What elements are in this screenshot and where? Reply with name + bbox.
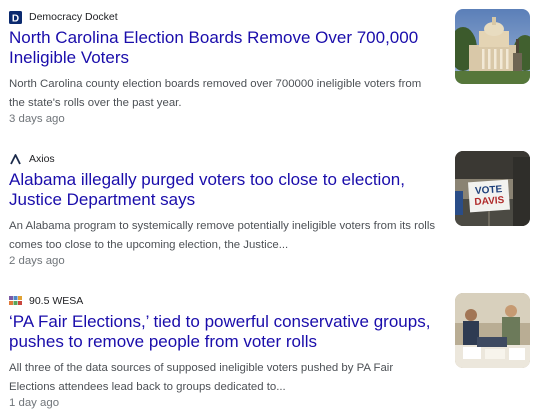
news-source: D Democracy Docket — [9, 9, 118, 25]
democracy-docket-logo-icon: D — [9, 10, 22, 24]
article-timestamp: 3 days ago — [9, 113, 65, 125]
article-snippet: North Carolina county election boards re… — [9, 78, 422, 109]
wesa-logo-icon — [9, 295, 22, 308]
axios-logo-icon — [9, 153, 22, 166]
source-name: Democracy Docket — [29, 11, 118, 23]
article-headline[interactable]: ‘PA Fair Elections,’ tied to powerful co… — [9, 312, 439, 352]
article-timestamp: 1 day ago — [9, 397, 60, 409]
article-headline[interactable]: Alabama illegally purged voters too clos… — [9, 170, 439, 210]
news-source: 90.5 WESA — [9, 293, 83, 309]
news-card[interactable]: 90.5 WESA ‘PA Fair Elections,’ tied to p… — [0, 284, 540, 417]
news-card[interactable]: Axios Alabama illegally purged voters to… — [0, 142, 540, 281]
poll-workers-image[interactable] — [455, 293, 530, 368]
capitol-building-image[interactable] — [455, 9, 530, 84]
svg-text:DAVIS: DAVIS — [474, 195, 505, 208]
vote-sign-image[interactable]: VOTE DAVIS — [455, 151, 530, 226]
article-headline[interactable]: North Carolina Election Boards Remove Ov… — [9, 28, 439, 68]
source-name: 90.5 WESA — [29, 295, 84, 307]
article-timestamp: 2 days ago — [9, 255, 65, 267]
article-snippet: All three of the data sources of suppose… — [9, 362, 394, 393]
news-card[interactable]: D Democracy Docket North Carolina Electi… — [0, 0, 540, 139]
svg-text:D: D — [12, 13, 19, 24]
news-source: Axios — [9, 151, 55, 167]
source-name: Axios — [29, 153, 55, 165]
news-feed: D Democracy Docket North Carolina Electi… — [0, 0, 540, 417]
article-snippet: An Alabama program to systemically remov… — [9, 220, 436, 251]
